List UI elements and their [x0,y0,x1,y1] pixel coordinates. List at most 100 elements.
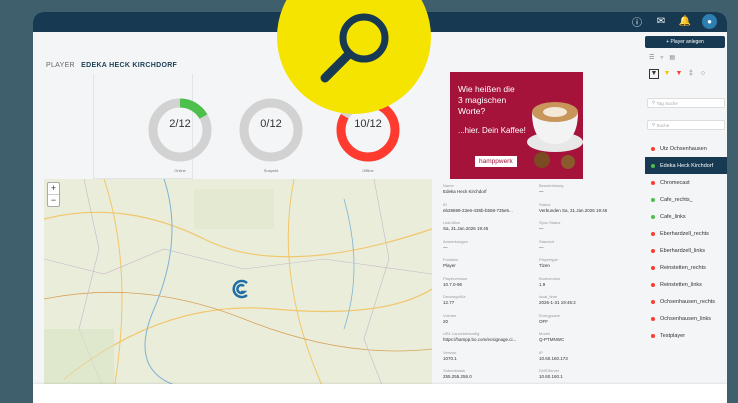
search-icon [320,13,389,83]
donut-chart [239,98,303,162]
detail-value: Edeka Heck Kirchdorf [443,189,487,194]
list-icon[interactable]: ▤ [669,54,675,61]
detail-key: Version [443,349,457,355]
detail-key: Energysave [539,312,561,318]
detail-value: 20 [443,318,449,324]
detail-field: IP 10.60.160.173 [539,350,631,361]
status-dot [651,333,655,338]
status-dot [651,248,655,253]
player-search-placeholder: Suche [656,122,670,128]
map-view[interactable]: + − [44,179,432,390]
detail-key: URL Launcherkonfig [443,331,480,336]
bottom-overlay [33,384,727,403]
tag-search-input[interactable]: ⚲ Tag Suche [647,98,725,108]
player-list-item[interactable]: Reinstetten_rechts [645,259,727,276]
detail-key: Standort [539,238,555,244]
player-list-item[interactable]: Eberhardzell_links [645,242,727,259]
player-name: Eberhardzell_links [660,247,705,254]
detail-value: 10.60.160.173 [539,355,568,361]
user-icon[interactable]: ● [702,14,717,29]
detail-field: Standort — [539,239,631,250]
bell-icon[interactable]: 🔔 [678,15,692,29]
detail-value: https://hampp.bo.com/ecsignage.ci... [443,337,517,342]
status-dot [651,146,655,151]
detail-value: 12.77 [443,300,455,305]
layers-icon[interactable]: ☰ [649,54,654,61]
detail-key: Bootversion [539,275,561,281]
player-name: Edeka Heck Kirchdorf [660,162,714,169]
player-marker-icon[interactable] [229,278,251,300]
zoom-control: + − [47,182,60,207]
detail-value: Sa, 31.Jan.2026 19:45 [443,226,489,231]
player-list-item[interactable]: Ochsenhausen_rechts [645,293,727,310]
donut-label: Suspekt [263,168,279,173]
detail-key: Subnetmask [443,368,466,373]
detail-key: ID [443,201,447,207]
refresh-icon[interactable]: ○ [699,70,707,78]
player-name: Utz Ochsenhausen [660,145,707,152]
detail-field: Subnetmask 255.255.255.0 [443,368,535,379]
detail-field: ID eb28699-23e6-436b-b558-735e5... [443,202,535,213]
detail-key: local_time [539,294,558,299]
player-list-item[interactable]: Testplayer [645,327,727,344]
filter-warning-icon[interactable]: ▼ [663,70,671,78]
detail-value: 10.7.0-96 [443,281,463,287]
player-list-item[interactable]: Cafe_rechts_ [645,191,727,208]
player-name: Cafe_links [660,213,686,220]
mail-icon[interactable]: ✉ [654,15,668,29]
detail-value: eb28699-23e6-436b-b558-735e5... [443,207,513,213]
detail-key: Devicegröße [443,294,466,299]
detail-field: Model Q-PTMNWC [539,331,631,342]
status-donut[interactable]: 2/12 Online [145,95,215,173]
zoom-in-button[interactable]: + [48,183,59,194]
player-search-input[interactable]: ⚲ Suche [647,120,725,130]
detail-field: Playerversion 10.7.0-96 [443,276,535,287]
detail-value: — [539,244,544,250]
zoom-out-button[interactable]: − [48,194,59,206]
detail-field: Last Alive Sa, 31.Jan.2026 19:45 [443,220,535,231]
pin-icon[interactable]: ‡ [687,70,695,78]
help-icon[interactable]: ⓘ [630,15,644,29]
add-player-button[interactable]: + Player anlegen [645,36,725,48]
player-list-item[interactable]: Utz Ochsenhausen [645,140,727,157]
coffee-cup-image [527,102,583,169]
detail-field: Bootversion 1.9 [539,276,631,287]
player-list-item[interactable]: Chromecast [645,174,727,191]
donut-label: Offline [362,168,374,173]
detail-value: — [539,189,544,194]
player-list-item[interactable]: Ochsenhausen_links [645,310,727,327]
status-dot [651,282,655,287]
status-dot [651,197,655,202]
filter-offline-icon[interactable]: ▼ [675,70,683,78]
detail-field: Sync Status — [539,220,631,231]
breadcrumb-section: PLAYER [46,62,75,69]
player-list-item[interactable]: Reinstetten_links [645,276,727,293]
status-dot [651,299,655,304]
player-list-item[interactable]: Eberhardzell_rechts [645,225,727,242]
detail-value: — [539,226,544,231]
player-details: Name Edeka Heck Kirchdorf Beschreibung — ID e… [443,183,643,393]
detail-value: Verbunden Sa, 31.Jan.2026 19:46 [539,207,608,213]
detail-value: Q-PTMNWC [539,337,565,342]
detail-field: DNSServer 10.60.160.1 [539,368,631,379]
ad-brand: hamppwerk [475,156,517,167]
player-list-item[interactable]: Edeka Heck Kirchdorf [645,157,727,174]
status-donut[interactable]: 0/12 Suspekt [236,95,306,173]
player-name: Chromecast [660,179,690,186]
breadcrumb: PLAYER EDEKA HECK KIRCHDORF [46,62,177,69]
player-name: Eberhardzell_rechts [660,230,709,237]
detail-field: Version 1070.1 [443,350,535,361]
detail-value: OFF [539,318,548,324]
detail-value: 255.255.255.0 [443,374,472,379]
player-name: Ochsenhausen_rechts [660,298,716,305]
filter-icon[interactable]: ▿ [660,54,663,61]
player-name: Testplayer [660,332,686,339]
detail-field: Devicegröße 12.77 [443,294,535,305]
player-list-item[interactable]: Cafe_links [645,208,727,225]
donut-value: 0/12 [260,118,282,130]
status-dot [651,316,655,321]
filter-all-icon[interactable]: ▼ [649,69,659,79]
detail-value: 2026-1-31 19:46:2 [539,300,576,305]
detail-value: Tizen [539,263,550,268]
status-dot [651,214,655,219]
